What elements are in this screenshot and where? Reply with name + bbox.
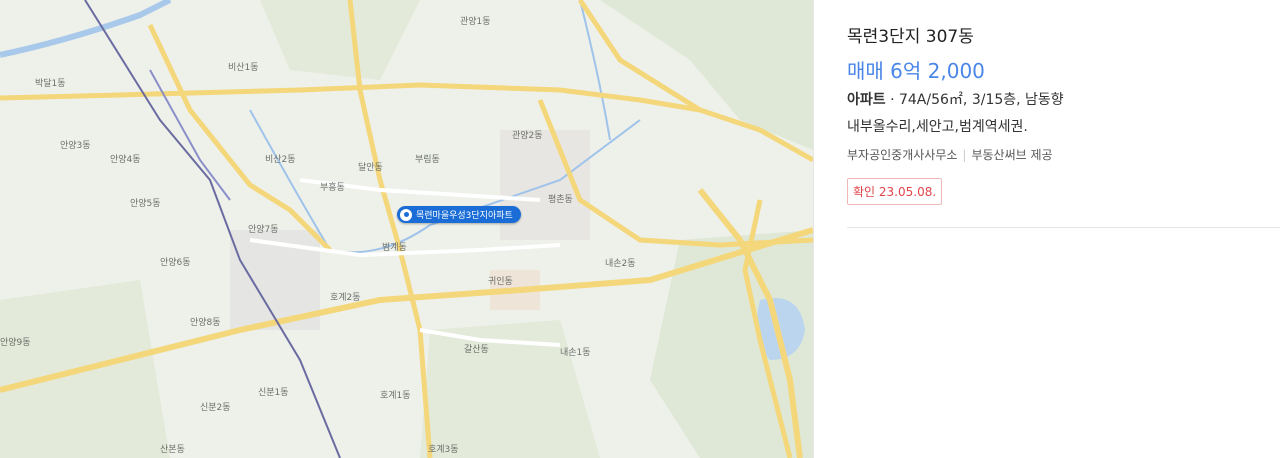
district-label: 평촌동 (548, 195, 573, 205)
district-label: 호계3동 (428, 445, 459, 455)
district-label: 호계1동 (380, 391, 411, 401)
district-label: 안양9동 (0, 338, 31, 348)
district-label: 부림동 (415, 155, 440, 165)
district-label: 신분1동 (258, 388, 289, 398)
district-label: 안양4동 (110, 155, 141, 165)
property-type: 아파트 (847, 92, 886, 108)
separator: | (962, 148, 967, 162)
listing-description: 내부올수리,세안고,범계역세권. (847, 119, 1028, 135)
district-label: 범계동 (382, 243, 407, 253)
district-label: 안양5동 (130, 199, 161, 209)
district-label: 갈산동 (464, 345, 489, 355)
district-label: 관양2동 (512, 131, 543, 141)
district-label: 내손2동 (605, 259, 636, 269)
district-label: 안양8동 (190, 318, 221, 328)
map-view[interactable]: 관양1동 비산1동 박달1동 안양3동 안양4동 비산2동 달안동 부흥동 부림… (0, 0, 813, 458)
property-marker[interactable]: 목련마을우성3단지아파트 (397, 206, 521, 223)
district-label: 산본동 (160, 445, 185, 455)
district-label: 비산1동 (228, 63, 259, 73)
district-label: 내손1동 (560, 348, 591, 358)
district-label: 달안동 (358, 163, 383, 173)
agency-line: 부자공인중개사사무소 | 부동산써브 제공 (847, 146, 1053, 163)
district-label: 안양3동 (60, 141, 91, 151)
location-pin-icon (400, 208, 412, 221)
listing-detail-panel: 목련3단지 307동 매매 6억 2,000 아파트 · 74A/56㎡, 3/… (813, 0, 1280, 458)
listing-title: 목련3단지 307동 (847, 27, 974, 47)
district-label: 박달1동 (35, 79, 66, 89)
listing-price: 매매 6억 2,000 (847, 59, 985, 83)
property-spec: · 74A/56㎡, 3/15층, 남동향 (885, 92, 1064, 108)
district-label: 관양1동 (460, 17, 491, 27)
district-label: 안양6동 (160, 258, 191, 268)
agency-name[interactable]: 부자공인중개사사무소 (847, 148, 957, 162)
property-marker-label: 목련마을우성3단지아파트 (416, 211, 513, 221)
divider (847, 227, 1280, 228)
district-label: 부흥동 (320, 183, 345, 193)
district-label: 호계2동 (330, 293, 361, 303)
provider-name: 부동산써브 제공 (971, 148, 1053, 162)
district-label: 안양7동 (248, 225, 279, 235)
district-label: 비산2동 (265, 155, 296, 165)
confirm-date-badge: 확인 23.05.08. (847, 178, 943, 205)
listing-info: 아파트 · 74A/56㎡, 3/15층, 남동향 (847, 89, 1064, 109)
district-label: 귀인동 (488, 277, 513, 287)
district-label: 신분2동 (200, 403, 231, 413)
